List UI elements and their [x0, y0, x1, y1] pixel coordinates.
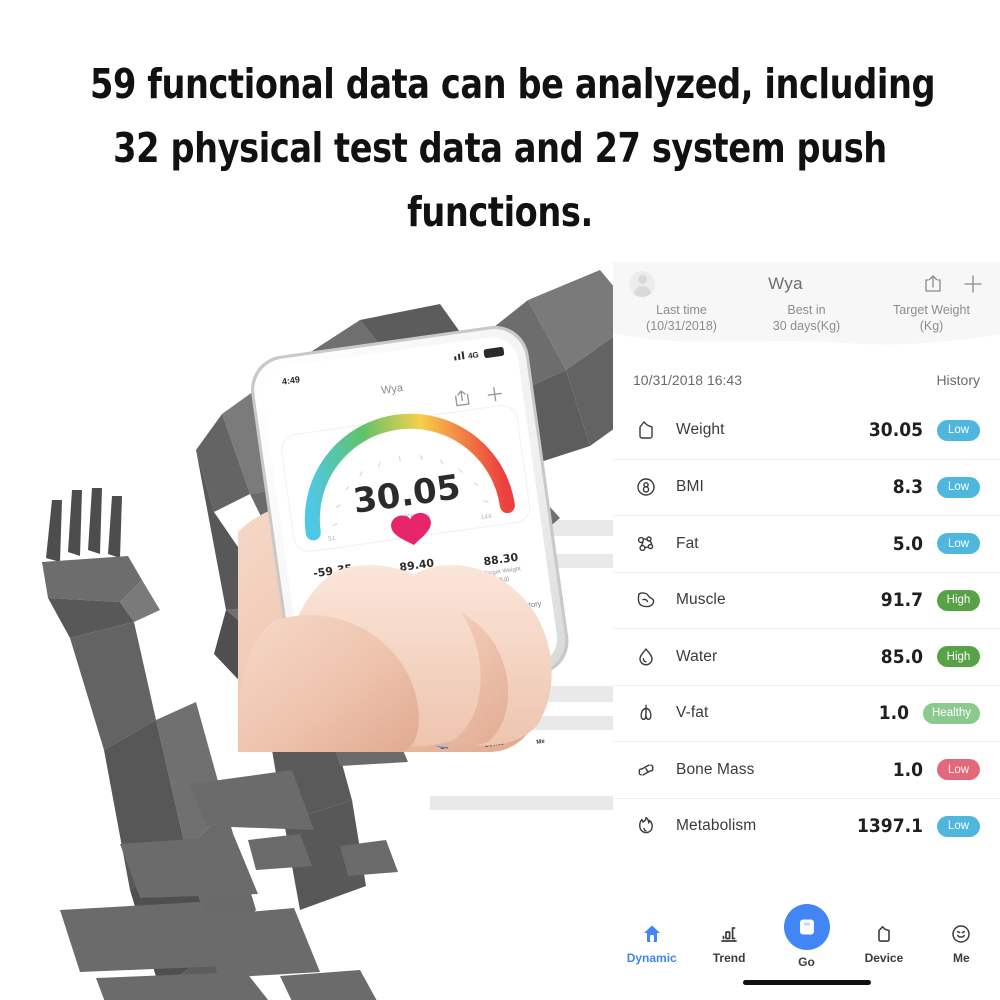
- metric-value: 85.0: [880, 645, 923, 668]
- plus-icon[interactable]: [962, 273, 984, 295]
- nav-label: Trend: [712, 951, 746, 965]
- nav-item-device[interactable]: Device: [845, 916, 922, 972]
- table-row[interactable]: Water 85.0 High: [613, 628, 1000, 685]
- home-icon: [640, 916, 664, 946]
- water-drop-icon: [633, 644, 659, 670]
- metric-value: 1.0: [878, 702, 909, 725]
- flame-icon: [633, 813, 659, 839]
- metric-value: 1.0: [892, 758, 923, 781]
- metric-label: Muscle: [676, 591, 726, 609]
- headline-line-2: 32 physical test data and 27 system push: [113, 124, 887, 172]
- stat-label: Best in 30 days(Kg): [772, 303, 841, 333]
- metric-value: 30.05: [868, 419, 923, 442]
- headline-line-1: 59 functional data can be analyzed, incl…: [90, 60, 936, 108]
- share-icon[interactable]: [922, 273, 944, 295]
- lungs-vfat-icon: [633, 700, 659, 726]
- phone-in-hand: 4:49 4G Wya 30.05 Kg 51 144 -59.35 89.40…: [238, 322, 638, 758]
- table-row[interactable]: Weight 30.05 Low: [613, 402, 1000, 459]
- phone-nav-label: Me: [536, 739, 546, 746]
- status-badge: High: [937, 589, 980, 611]
- metric-label: V-fat: [676, 704, 709, 722]
- bone-icon: [633, 757, 659, 783]
- metric-label: Bone Mass: [676, 760, 755, 778]
- table-row[interactable]: V-fat 1.0 Healthy: [613, 684, 1000, 742]
- header-wave-divider: [613, 333, 1000, 351]
- avatar[interactable]: [629, 271, 655, 297]
- nav-item-dynamic[interactable]: Dynamic: [613, 916, 690, 972]
- metric-label: Metabolism: [676, 817, 757, 835]
- metrics-list: Weight 30.05 Low BMI 8.3 Low Fat 5.0 Low…: [613, 402, 1000, 854]
- status-badge: High: [937, 646, 980, 668]
- panel-header-actions: [922, 273, 984, 295]
- home-indicator[interactable]: [742, 980, 871, 985]
- status-badge: Low: [937, 533, 980, 555]
- nav-label: Dynamic: [626, 951, 677, 965]
- table-row[interactable]: Bone Mass 1.0 Low: [613, 741, 1000, 798]
- nav-label: Me: [952, 951, 970, 965]
- fat-molecule-icon: [633, 531, 659, 557]
- metric-value: 91.7: [880, 589, 923, 612]
- muscle-bicep-icon: [633, 587, 659, 613]
- status-badge: Low: [937, 419, 980, 441]
- status-badge: Low: [937, 815, 980, 837]
- stat-target-weight: Target Weight (Kg): [869, 302, 994, 334]
- meta-row: 10/31/2018 16:43 History: [613, 350, 1000, 402]
- nav-item-trend[interactable]: Trend: [690, 916, 767, 972]
- panel-header: Wya Last time (10/31/2018) Best in 30 da…: [613, 262, 1000, 351]
- bmi-circle-icon: [633, 474, 659, 500]
- reading-date: 10/31/2018 16:43: [633, 372, 742, 388]
- metric-value: 1397.1: [857, 815, 923, 838]
- panel-header-stats: Last time (10/31/2018) Best in 30 days(K…: [613, 300, 1000, 334]
- weight-scale-icon: [633, 417, 659, 443]
- nav-item-me[interactable]: Me: [923, 916, 1000, 972]
- metric-value: 5.0: [892, 532, 923, 555]
- stat-label: Target Weight (Kg): [893, 303, 970, 333]
- nav-label: Device: [864, 951, 904, 965]
- table-row[interactable]: Muscle 91.7 High: [613, 571, 1000, 629]
- stat-last-time: Last time (10/31/2018): [619, 302, 744, 334]
- phone-gauge-min: 51: [328, 535, 337, 543]
- metric-label: Weight: [676, 421, 725, 439]
- go-button-circle[interactable]: [783, 904, 830, 950]
- device-bag-icon: [872, 916, 896, 946]
- scale-go-icon: [783, 904, 830, 950]
- page-root: 59 functional data can be analyzed, incl…: [0, 0, 1000, 1000]
- nav-item-go[interactable]: Go: [768, 904, 845, 972]
- table-row[interactable]: Metabolism 1397.1 Low: [613, 797, 1000, 855]
- metric-label: BMI: [676, 478, 704, 496]
- status-badge: Low: [937, 759, 980, 781]
- smiley-face-icon: [949, 916, 973, 946]
- bottom-nav: Dynamic Trend Go Device Me: [613, 904, 1000, 1000]
- metric-label: Fat: [676, 534, 699, 552]
- history-link[interactable]: History: [936, 372, 980, 388]
- stat-label: Last time (10/31/2018): [646, 303, 717, 333]
- panel-header-topbar: Wya: [613, 262, 1000, 300]
- table-row[interactable]: BMI 8.3 Low: [613, 458, 1000, 516]
- app-panel: Wya Last time (10/31/2018) Best in 30 da…: [613, 262, 1000, 1000]
- panel-title: Wya: [768, 274, 803, 293]
- page-title: 59 functional data can be analyzed, incl…: [90, 52, 936, 244]
- table-row[interactable]: Fat 5.0 Low: [613, 515, 1000, 572]
- stat-best-in-30-days: Best in 30 days(Kg): [744, 302, 869, 334]
- status-badge: Healthy: [923, 702, 980, 724]
- bar-chart-icon: [717, 916, 741, 946]
- status-badge: Low: [937, 476, 980, 498]
- headline-line-3: functions.: [407, 188, 593, 236]
- metric-value: 8.3: [892, 476, 923, 499]
- nav-label: Go: [798, 955, 815, 969]
- metric-label: Water: [676, 647, 718, 665]
- phone-status-network: 4G: [468, 350, 480, 360]
